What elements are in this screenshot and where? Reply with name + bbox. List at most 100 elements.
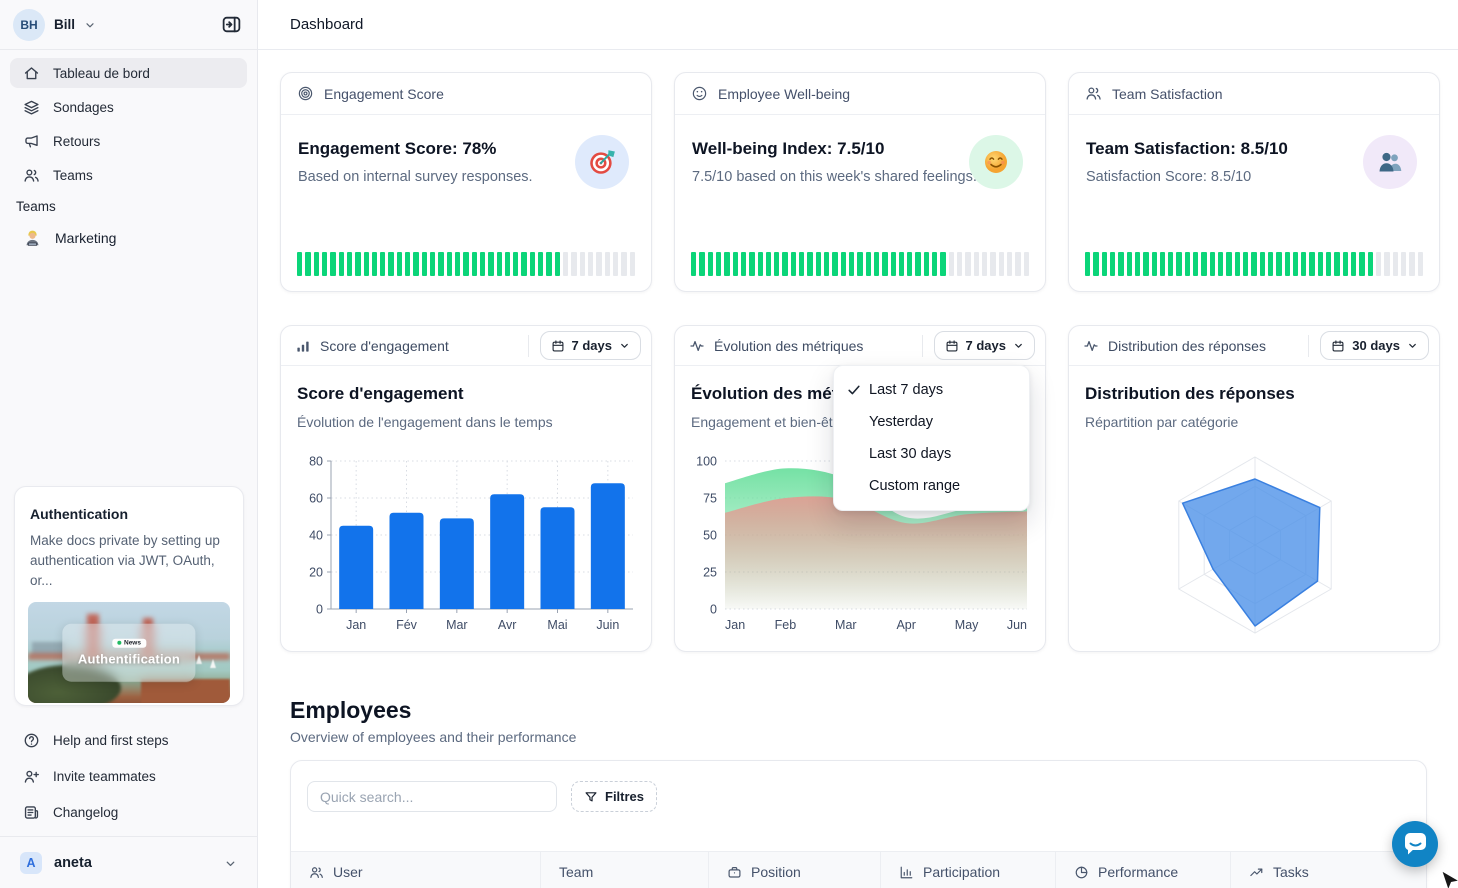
sidebar-item-help[interactable]: Help and first steps <box>10 725 247 755</box>
chevron-down-icon[interactable] <box>84 19 96 31</box>
progress-segment <box>1251 252 1256 276</box>
menu-item-last-7-days[interactable]: Last 7 days <box>834 374 1029 406</box>
menu-item-last-30-days[interactable]: Last 30 days <box>834 438 1029 470</box>
users-icon <box>23 167 40 184</box>
sidebar-item-label: Teams <box>53 168 93 183</box>
sidebar-item-sondages[interactable]: Sondages <box>10 92 247 122</box>
progress-segment <box>1085 252 1090 276</box>
card-header: Team Satisfaction <box>1069 73 1439 115</box>
menu-item-custom-range[interactable]: Custom range <box>834 470 1029 502</box>
stat-title: Team Satisfaction: 8.5/10 <box>1086 139 1288 159</box>
progress-segment <box>708 252 713 276</box>
page-title: Dashboard <box>290 16 363 33</box>
progress-segment <box>733 252 738 276</box>
progress-segment <box>849 252 854 276</box>
progress-segment <box>480 252 485 276</box>
progress-segment <box>596 252 601 276</box>
table-toolbar: Filtres <box>307 781 657 812</box>
column-header-participation[interactable]: Participation <box>881 852 1056 888</box>
progress-segment <box>563 252 568 276</box>
progress-segment <box>297 252 302 276</box>
svg-text:60: 60 <box>309 492 323 506</box>
progress-segment <box>1384 252 1389 276</box>
progress-segment <box>347 252 352 276</box>
progress-segment <box>807 252 812 276</box>
progress-segment <box>1409 252 1414 276</box>
menu-item-label: Last 7 days <box>869 382 943 398</box>
svg-text:0: 0 <box>316 603 323 617</box>
promo-image[interactable]: News Authentification <box>28 602 230 703</box>
progress-segment <box>1102 252 1107 276</box>
column-header-performance[interactable]: Performance <box>1056 852 1231 888</box>
megaphone-icon <box>23 133 40 150</box>
progress-segment <box>447 252 452 276</box>
card-header-label: Distribution des réponses <box>1108 338 1266 354</box>
date-range-button[interactable]: 30 days <box>1320 331 1429 360</box>
user-name[interactable]: Bill <box>54 17 75 32</box>
footer-item-label: Invite teammates <box>53 769 156 784</box>
date-range-button[interactable]: 7 days <box>934 331 1035 360</box>
progress-segment <box>497 252 502 276</box>
column-header-team[interactable]: Team <box>541 852 709 888</box>
date-range-button[interactable]: 7 days <box>540 331 641 360</box>
promo-image-bricks <box>141 679 230 703</box>
menu-item-label: Last 30 days <box>869 446 951 462</box>
progress-segment <box>1418 252 1423 276</box>
progress-segment <box>965 252 970 276</box>
promo-image-caption: Authentification <box>78 651 180 666</box>
column-header-position[interactable]: Position <box>709 852 881 888</box>
sidebar: BH Bill Tableau de bord Sondages Retours… <box>0 0 258 888</box>
sidebar-item-invite[interactable]: Invite teammates <box>10 761 247 791</box>
chevron-down-icon <box>1013 340 1024 351</box>
progress-segment <box>874 252 879 276</box>
employees-table-card: Filtres User Team Position Participation <box>290 760 1427 888</box>
engagement-chart-card: Score d'engagement 7 days Score d'engage… <box>280 325 652 652</box>
search-input[interactable] <box>307 781 557 812</box>
progress-segment <box>305 252 310 276</box>
progress-segment <box>1007 252 1012 276</box>
sidebar-item-teams[interactable]: Teams <box>10 160 247 190</box>
workspace-avatar: A <box>20 852 42 874</box>
stat-subtitle: Satisfaction Score: 8.5/10 <box>1086 169 1251 185</box>
progress-segment <box>1376 252 1381 276</box>
column-label: Team <box>559 864 593 880</box>
progress-segment <box>1293 252 1298 276</box>
progress-segment <box>605 252 610 276</box>
employees-title: Employees <box>290 697 411 724</box>
collapse-sidebar-icon[interactable] <box>218 12 244 38</box>
sidebar-user-row: BH Bill <box>0 0 257 50</box>
users-icon <box>1085 85 1102 102</box>
sidebar-item-changelog[interactable]: Changelog <box>10 797 247 827</box>
svg-text:Feb: Feb <box>775 618 797 632</box>
progress-segment <box>1152 252 1157 276</box>
employees-subtitle: Overview of employees and their performa… <box>290 729 576 745</box>
progress-segment <box>380 252 385 276</box>
progress-segment <box>766 252 771 276</box>
filters-button[interactable]: Filtres <box>571 781 657 812</box>
card-header: Employee Well-being <box>675 73 1045 115</box>
progress-segment <box>388 252 393 276</box>
column-header-user[interactable]: User <box>291 852 541 888</box>
progress-segment <box>330 252 335 276</box>
table-header-row: User Team Position Participation Perform… <box>291 851 1426 888</box>
chat-widget-button[interactable] <box>1392 821 1438 867</box>
menu-item-yesterday[interactable]: Yesterday <box>834 406 1029 438</box>
sidebar-item-tableau-de-bord[interactable]: Tableau de bord <box>10 58 247 88</box>
menu-item-label: Custom range <box>869 478 960 494</box>
progress-segment <box>1334 252 1339 276</box>
progress-segment <box>999 252 1004 276</box>
progress-segment <box>630 252 635 276</box>
workspace-switcher[interactable]: A aneta <box>10 845 247 881</box>
user-plus-icon <box>23 768 40 785</box>
sidebar-item-retours[interactable]: Retours <box>10 126 247 156</box>
progress-segment <box>949 252 954 276</box>
progress-segment <box>899 252 904 276</box>
user-avatar[interactable]: BH <box>13 9 45 41</box>
progress-segment <box>1210 252 1215 276</box>
stat-subtitle: 7.5/10 based on this week's shared feeli… <box>692 169 977 185</box>
card-header-label: Team Satisfaction <box>1112 86 1223 102</box>
sidebar-item-marketing[interactable]: Marketing <box>10 222 247 254</box>
progress-segment <box>430 252 435 276</box>
progress-segment <box>915 252 920 276</box>
header-divider <box>922 335 923 357</box>
